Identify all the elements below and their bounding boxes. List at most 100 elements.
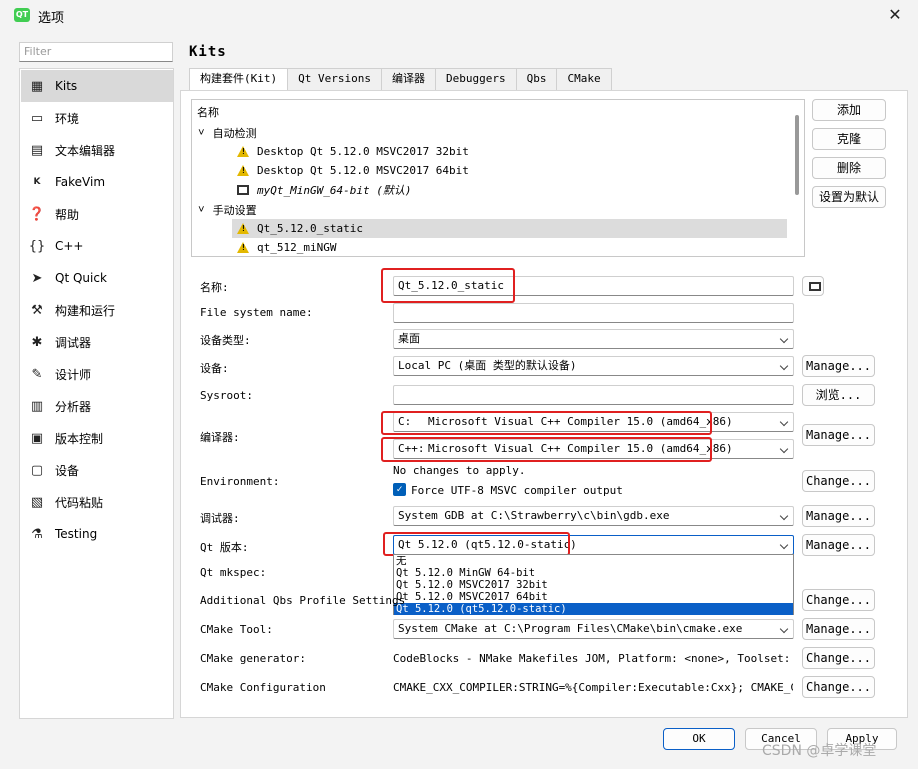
highlight-box xyxy=(381,411,712,435)
qt-app-icon: QT xyxy=(14,8,30,22)
fakevim-icon: K xyxy=(33,177,41,187)
sidebar-item-analyzer[interactable]: ▥ 分析器 xyxy=(21,390,173,422)
sidebar-item-environment[interactable]: ▭ 环境 xyxy=(21,102,173,134)
version-control-icon: ▣ xyxy=(30,430,44,446)
fsname-field[interactable] xyxy=(393,303,794,323)
tree-item[interactable]: Desktop Qt 5.12.0 MSVC2017 32bit xyxy=(237,142,469,161)
tree-scrollbar[interactable] xyxy=(795,115,799,195)
compiler-label: 编译器: xyxy=(200,431,240,444)
device-icon: ▢ xyxy=(30,462,44,478)
sidebar-item-label: 环境 xyxy=(55,111,80,126)
debugger-label: 调试器: xyxy=(200,512,240,525)
name-label: 名称: xyxy=(200,281,229,294)
qt-version-manage-button[interactable]: Manage... xyxy=(802,534,875,556)
make-default-button[interactable]: 设置为默认 xyxy=(812,186,886,208)
devtype-label: 设备类型: xyxy=(200,334,251,347)
tab-compilers[interactable]: 编译器 xyxy=(380,68,436,90)
device-manage-button[interactable]: Manage... xyxy=(802,355,875,377)
display-icon-button[interactable] xyxy=(802,276,824,296)
sidebar-item-label: 代码粘贴 xyxy=(55,495,104,510)
env-status: No changes to apply. xyxy=(393,464,526,477)
tab-qbs[interactable]: Qbs xyxy=(515,68,558,90)
cmake-generator-change-button[interactable]: Change... xyxy=(802,647,875,669)
debugger-select[interactable]: System GDB at C:\Strawberry\c\bin\gdb.ex… xyxy=(393,506,794,526)
tab-qt-versions[interactable]: Qt Versions xyxy=(287,68,382,90)
sidebar-item-cpp[interactable]: {} C++ xyxy=(21,230,173,262)
sidebar-item-label: 版本控制 xyxy=(55,431,104,446)
qbs-change-button[interactable]: Change... xyxy=(802,589,875,611)
sidebar-item-fakevim[interactable]: K FakeVim xyxy=(21,166,173,198)
sidebar-item-label: 设备 xyxy=(55,463,80,478)
sidebar-item-label: 帮助 xyxy=(55,207,80,222)
cmake-config-change-button[interactable]: Change... xyxy=(802,676,875,698)
clone-button[interactable]: 克隆 xyxy=(812,128,886,150)
tree-item-label: Desktop Qt 5.12.0 MSVC2017 64bit xyxy=(257,164,469,177)
kit-tree[interactable]: 名称 ˅ 自动检测 Desktop Qt 5.12.0 MSVC2017 32bi… xyxy=(191,99,805,257)
tab-kit[interactable]: 构建套件(Kit) xyxy=(189,68,289,91)
utf8-label: Force UTF-8 MSVC compiler output xyxy=(411,484,623,497)
compiler-manage-button[interactable]: Manage... xyxy=(802,424,875,446)
tree-header: 名称 xyxy=(197,106,219,119)
dropdown-option[interactable]: 无 xyxy=(394,555,793,567)
sidebar-item-text-editor[interactable]: ▤ 文本编辑器 xyxy=(21,134,173,166)
sidebar-item-debugger[interactable]: ✱ 调试器 xyxy=(21,326,173,358)
sidebar-item-label: 文本编辑器 xyxy=(55,143,116,158)
sidebar-item-version-control[interactable]: ▣ 版本控制 xyxy=(21,422,173,454)
browse-button[interactable]: 浏览... xyxy=(802,384,875,406)
close-icon[interactable]: ✕ xyxy=(886,6,904,24)
sysroot-field[interactable] xyxy=(393,385,794,405)
add-button[interactable]: 添加 xyxy=(812,99,886,121)
dropdown-option[interactable]: Qt 5.12.0 MSVC2017 64bit xyxy=(394,591,793,603)
tree-item[interactable]: myQt_MinGW_64-bit (默认) xyxy=(237,180,411,199)
sidebar-item-build-run[interactable]: ⚒ 构建和运行 xyxy=(21,294,173,326)
sidebar-item-testing[interactable]: ⚗ Testing xyxy=(21,518,173,550)
environment-change-button[interactable]: Change... xyxy=(802,470,875,492)
cmake-tool-label: CMake Tool: xyxy=(200,623,273,636)
qt-version-label: Qt 版本: xyxy=(200,541,249,554)
devtype-select[interactable]: 桌面 xyxy=(393,329,794,349)
qbs-label: Additional Qbs Profile Settings xyxy=(200,594,406,607)
dropdown-option[interactable]: Qt 5.12.0 MinGW 64-bit xyxy=(394,567,793,579)
tab-debuggers[interactable]: Debuggers xyxy=(434,68,517,90)
device-select[interactable]: Local PC (桌面 类型的默认设备) xyxy=(393,356,794,376)
sidebar-item-help[interactable]: ❓ 帮助 xyxy=(21,198,173,230)
flask-icon: ⚗ xyxy=(31,526,43,542)
sidebar-item-code-paste[interactable]: ▧ 代码粘贴 xyxy=(21,486,173,518)
sidebar-item-designer[interactable]: ✎ 设计师 xyxy=(21,358,173,390)
cmake-tool-select[interactable]: System CMake at C:\Program Files\CMake\b… xyxy=(393,619,794,639)
pencil-icon: ✎ xyxy=(31,366,43,382)
sidebar-item-label: 调试器 xyxy=(55,335,92,350)
hammer-icon: ⚒ xyxy=(31,302,43,318)
filter-input[interactable]: Filter xyxy=(19,42,173,62)
tree-item[interactable]: Desktop Qt 5.12.0 MSVC2017 64bit xyxy=(237,161,469,180)
monitor-icon xyxy=(808,282,821,291)
warning-icon xyxy=(237,165,249,176)
qt-version-dropdown[interactable]: 无 Qt 5.12.0 MinGW 64-bit Qt 5.12.0 MSVC2… xyxy=(393,554,794,615)
sidebar-item-qt-quick[interactable]: ➤ Qt Quick xyxy=(21,262,173,294)
mkspec-label: Qt mkspec: xyxy=(200,566,267,579)
ok-button[interactable]: OK xyxy=(663,728,735,750)
remove-button[interactable]: 删除 xyxy=(812,157,886,179)
tab-cmake[interactable]: CMake xyxy=(556,68,612,90)
title-bar: QT 选项 ✕ xyxy=(0,0,918,30)
sidebar-item-label: Kits xyxy=(55,79,78,93)
dropdown-option[interactable]: Qt 5.12.0 MSVC2017 32bit xyxy=(394,579,793,591)
clipboard-icon: ▧ xyxy=(30,494,44,510)
tree-item[interactable]: qt_512_miNGW xyxy=(237,238,337,256)
sidebar-item-kits[interactable]: ▦ Kits xyxy=(21,70,173,102)
debugger-manage-button[interactable]: Manage... xyxy=(802,505,875,527)
tree-group-manual[interactable]: ˅ 手动设置 xyxy=(198,200,257,219)
sidebar-item-label: 构建和运行 xyxy=(55,303,116,318)
monitor-icon xyxy=(237,184,249,195)
sidebar-item-label: Qt Quick xyxy=(55,271,107,285)
tree-group-auto[interactable]: ˅ 自动检测 xyxy=(198,123,257,142)
tree-item-label: qt_512_miNGW xyxy=(257,241,337,254)
sidebar-item-devices[interactable]: ▢ 设备 xyxy=(21,454,173,486)
dropdown-option-selected[interactable]: Qt 5.12.0 (qt5.12.0-static) xyxy=(394,603,793,615)
tree-item-selected[interactable]: Qt_5.12.0_static xyxy=(232,219,787,238)
chevron-down-icon: ˅ xyxy=(198,202,205,216)
cmake-tool-manage-button[interactable]: Manage... xyxy=(802,618,875,640)
device-label: 设备: xyxy=(200,362,229,375)
utf8-checkbox[interactable]: ✓ xyxy=(393,483,406,496)
tree-group-label: 自动检测 xyxy=(212,126,257,140)
